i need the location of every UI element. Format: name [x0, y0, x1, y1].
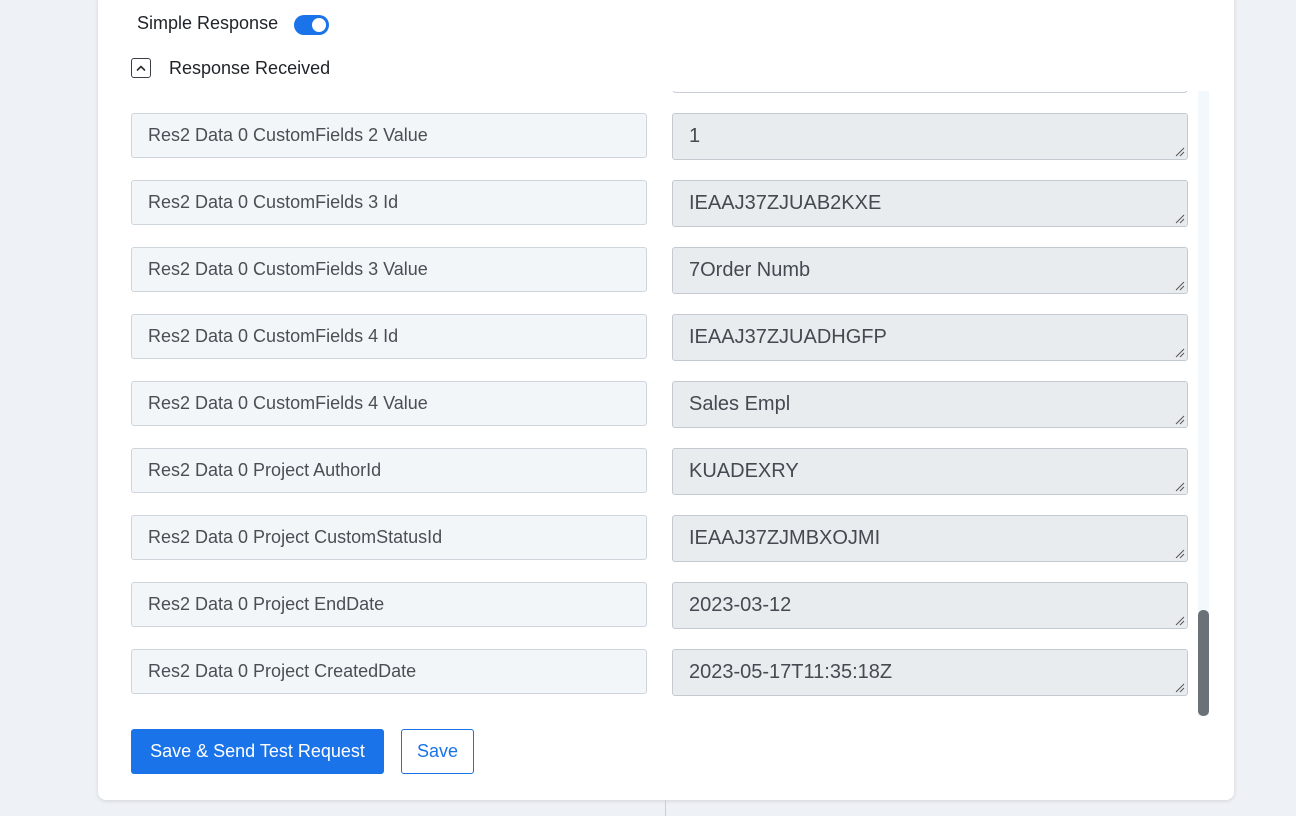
field-key-input[interactable]: Res2 Data 0 CustomFields 3 Id: [131, 180, 647, 225]
resize-grip-icon[interactable]: [1175, 147, 1185, 157]
chevron-up-icon: [136, 65, 146, 71]
partial-value-field: [672, 91, 1188, 93]
field-key-input[interactable]: Res2 Data 0 CustomFields 3 Value: [131, 247, 647, 292]
field-value-textarea[interactable]: 1: [672, 113, 1188, 160]
resize-grip-icon[interactable]: [1175, 348, 1185, 358]
field-value-textarea[interactable]: IEAAJ37ZJMBXOJMI: [672, 515, 1188, 562]
field-row: Res2 Data 0 Project AuthorId KUADEXRY: [131, 448, 1188, 495]
field-value-text: IEAAJ37ZJUAB2KXE: [689, 192, 882, 214]
field-value-textarea[interactable]: 2023-05-17T11:35:18Z: [672, 649, 1188, 696]
resize-grip-icon[interactable]: [1175, 415, 1185, 425]
simple-response-toggle[interactable]: [294, 15, 330, 35]
field-value-textarea[interactable]: KUADEXRY: [672, 448, 1188, 495]
field-key-input[interactable]: Res2 Data 0 Project EndDate: [131, 582, 647, 627]
scrollbar-thumb[interactable]: [1198, 610, 1209, 716]
field-key-input[interactable]: Res2 Data 0 CustomFields 4 Value: [131, 381, 647, 426]
response-received-row: Response Received: [131, 56, 330, 80]
field-value-text: 2023-05-17T11:35:18Z: [689, 661, 893, 683]
field-key-input[interactable]: Res2 Data 0 Project CustomStatusId: [131, 515, 647, 560]
field-value-textarea[interactable]: 2023-03-12: [672, 582, 1188, 629]
resize-grip-icon[interactable]: [1175, 482, 1185, 492]
simple-response-label: Simple Response: [137, 12, 279, 33]
field-value-text: IEAAJ37ZJUADHGFP: [689, 326, 887, 348]
field-value-text: Sales Empl: [689, 393, 791, 415]
field-row: Res2 Data 0 Project CustomStatusId IEAAJ3…: [131, 515, 1188, 562]
field-key-input[interactable]: Res2 Data 0 CustomFields 2 Value: [131, 113, 647, 158]
field-value-text: 2023-03-12: [689, 594, 792, 616]
toggle-knob: [312, 18, 327, 32]
resize-grip-icon[interactable]: [1175, 549, 1185, 559]
save-button[interactable]: Save: [401, 729, 474, 774]
column-divider: [665, 800, 666, 816]
field-row: Res2 Data 0 CustomFields 3 Id IEAAJ37ZJUA…: [131, 180, 1188, 227]
simple-response-row: Simple Response: [137, 10, 330, 36]
scrollbar[interactable]: [1198, 91, 1209, 716]
collapse-toggle-button[interactable]: [131, 58, 151, 78]
field-value-textarea[interactable]: IEAAJ37ZJUAB2KXE: [672, 180, 1188, 227]
resize-grip-icon[interactable]: [1175, 214, 1185, 224]
save-and-send-test-request-button[interactable]: Save & Send Test Request: [131, 729, 384, 774]
resize-grip-icon[interactable]: [1175, 616, 1185, 626]
field-row: Res2 Data 0 CustomFields 3 Value 7Order N…: [131, 247, 1188, 294]
field-value-textarea[interactable]: 7Order Numb: [672, 247, 1188, 294]
field-key-input[interactable]: Res2 Data 0 Project CreatedDate: [131, 649, 647, 694]
field-value-text: 1: [689, 125, 701, 147]
field-value-text: KUADEXRY: [689, 460, 799, 482]
field-value-textarea[interactable]: IEAAJ37ZJUADHGFP: [672, 314, 1188, 361]
field-row: Res2 Data 0 CustomFields 2 Value 1: [131, 113, 1188, 160]
field-row: Res2 Data 0 CustomFields 4 Id IEAAJ37ZJUA…: [131, 314, 1188, 361]
field-row: Res2 Data 0 Project CreatedDate 2023-05-1…: [131, 649, 1188, 696]
field-value-text: 7Order Numb: [689, 259, 811, 281]
field-key-input[interactable]: Res2 Data 0 Project AuthorId: [131, 448, 647, 493]
field-row: Res2 Data 0 Project EndDate 2023-03-12: [131, 582, 1188, 629]
resize-grip-icon[interactable]: [1175, 281, 1185, 291]
response-fields-list[interactable]: Res2 Data 0 CustomFields 2 Value 1 Res2 Da…: [120, 91, 1210, 716]
field-value-text: IEAAJ37ZJMBXOJMI: [689, 527, 881, 549]
field-row: Res2 Data 0 CustomFields 4 Value Sales Em…: [131, 381, 1188, 428]
response-received-label: Response Received: [169, 57, 331, 78]
field-value-textarea[interactable]: Sales Empl: [672, 381, 1188, 428]
field-key-input[interactable]: Res2 Data 0 CustomFields 4 Id: [131, 314, 647, 359]
resize-grip-icon[interactable]: [1175, 683, 1185, 693]
